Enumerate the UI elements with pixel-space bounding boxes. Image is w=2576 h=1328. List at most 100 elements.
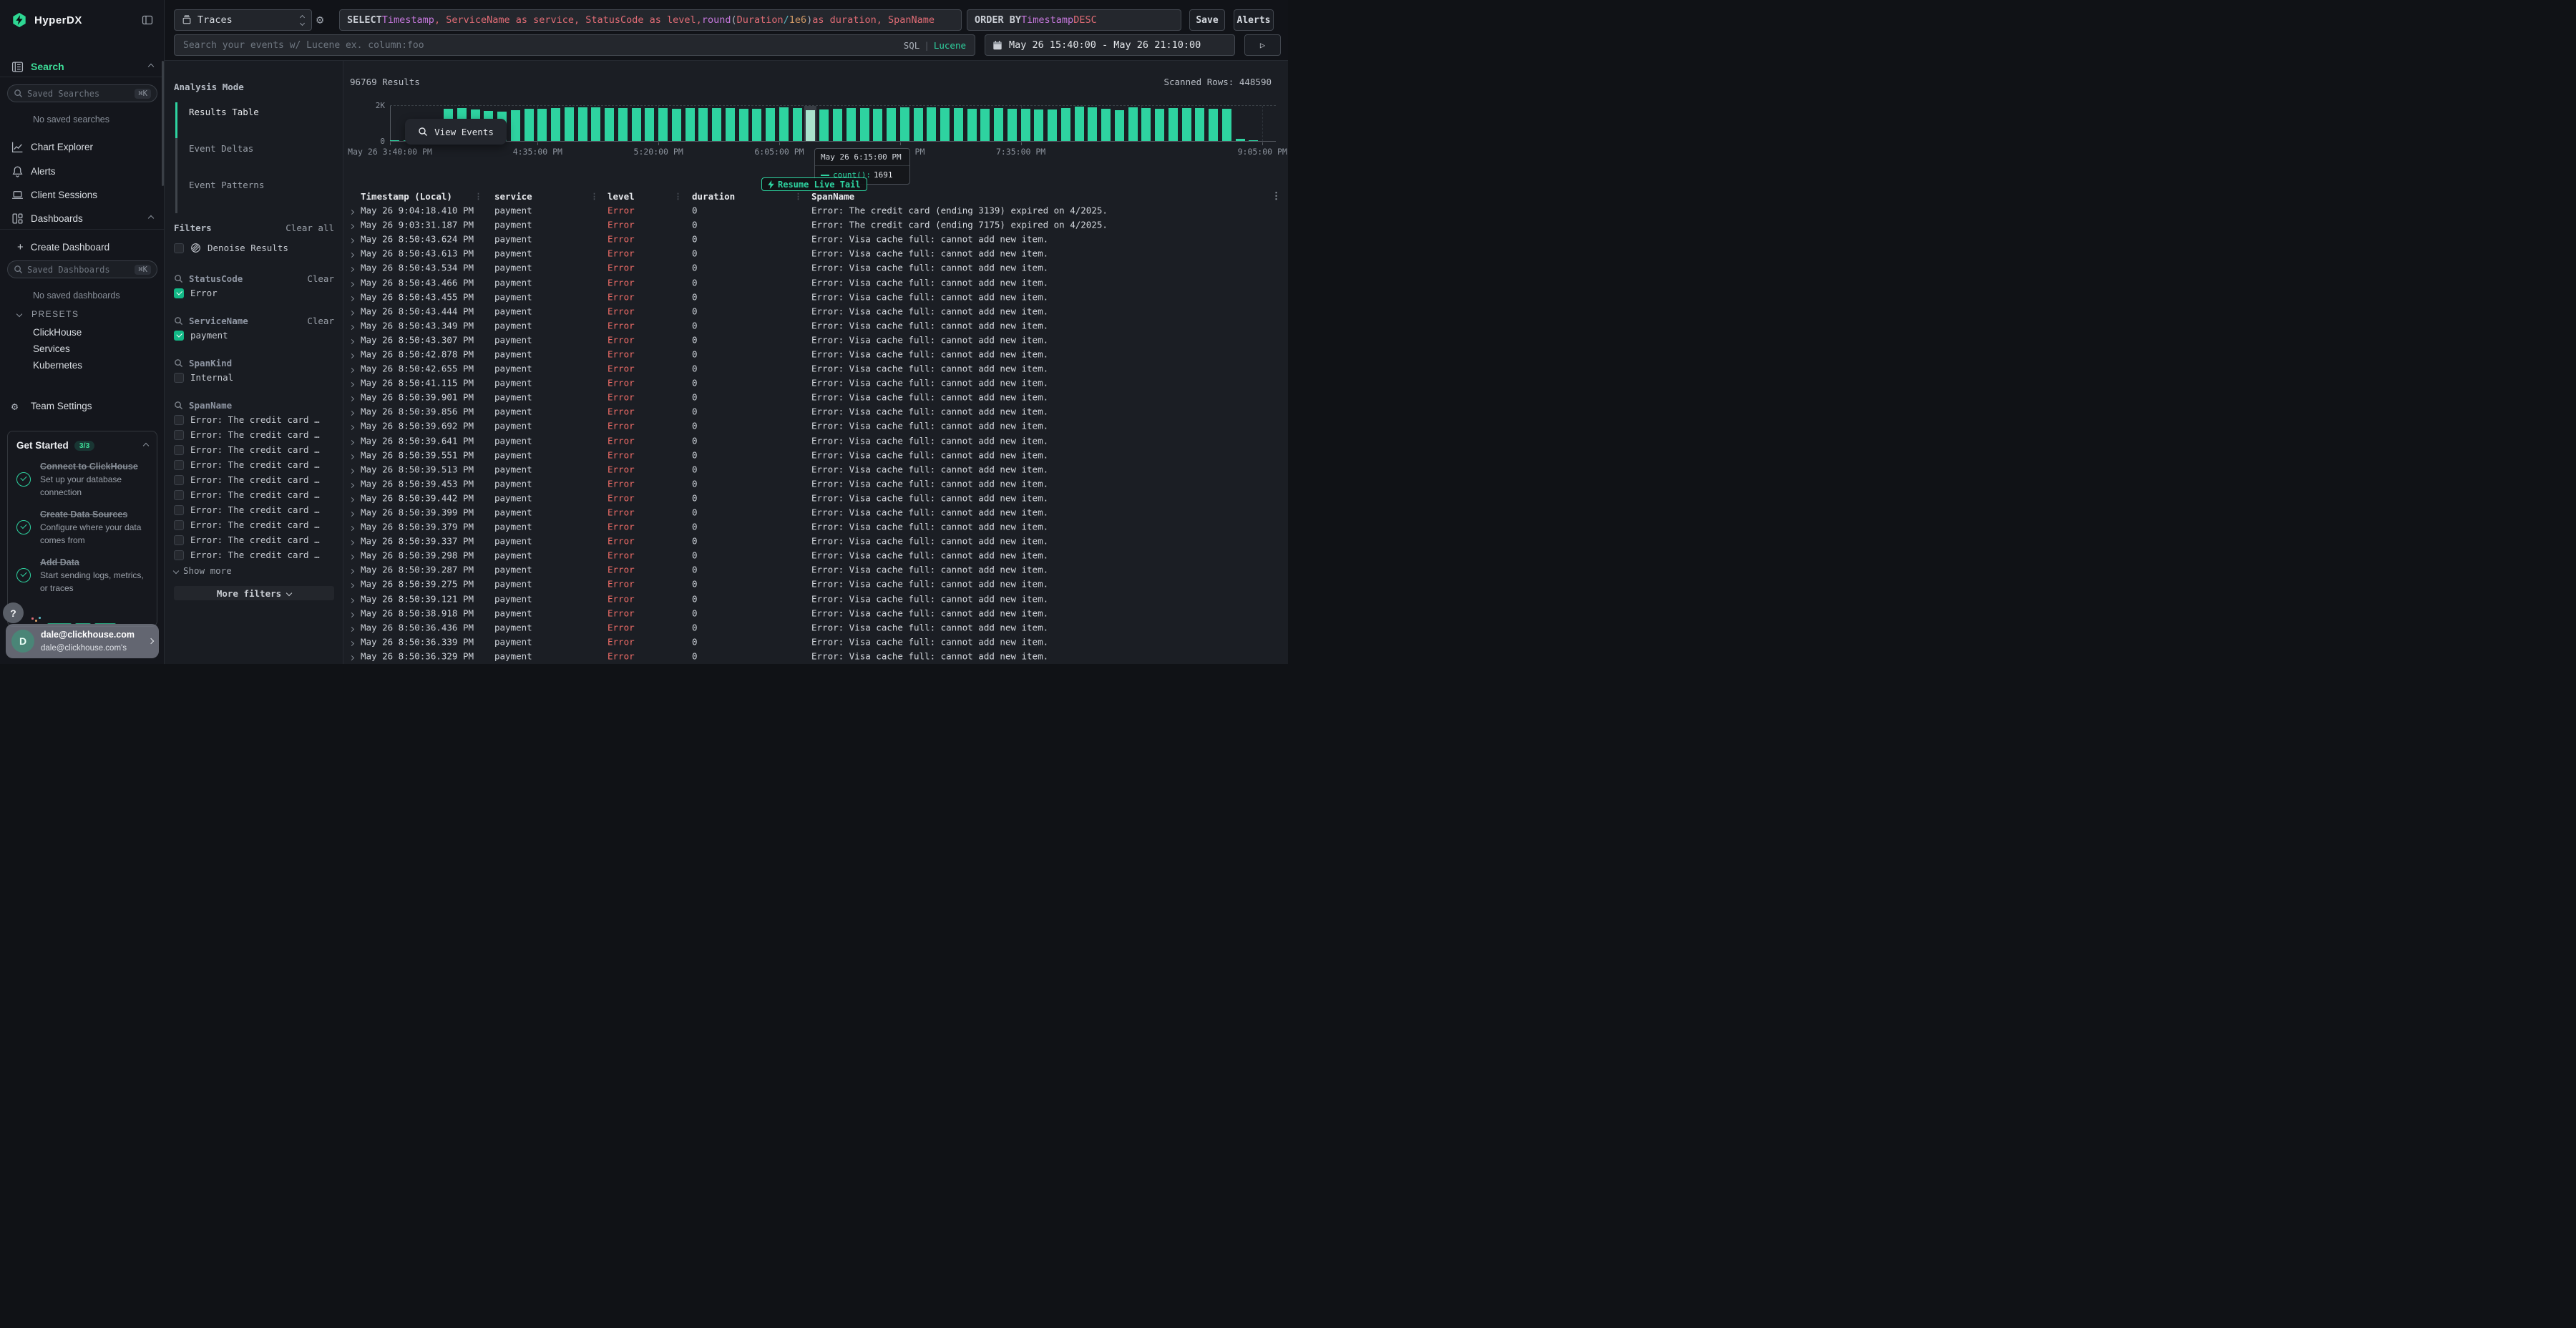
source-settings-gear-icon[interactable]: ⚙ (316, 13, 323, 27)
preset-dashboard-kubernetes[interactable]: Kubernetes (0, 358, 165, 371)
row-expand-chevron[interactable] (349, 267, 354, 272)
clear-all-button[interactable]: Clear all (286, 223, 334, 233)
histogram-bar[interactable] (887, 108, 896, 141)
mode-results-table[interactable]: Results Table (189, 107, 259, 117)
table-row[interactable]: May 26 8:50:39.692 PMpaymentError0Error:… (343, 419, 1288, 433)
histogram-bar[interactable] (632, 108, 641, 141)
sidebar-item-dashboards[interactable]: Dashboards (0, 212, 165, 225)
chevron-up-icon[interactable] (143, 442, 149, 448)
histogram-bar[interactable] (1249, 140, 1258, 142)
table-row[interactable]: May 26 8:50:41.115 PMpaymentError0Error:… (343, 376, 1288, 390)
row-expand-chevron[interactable] (349, 583, 354, 588)
histogram-bar[interactable] (860, 108, 869, 141)
histogram-bar[interactable] (565, 107, 574, 141)
histogram-bar[interactable] (1021, 109, 1030, 141)
row-expand-chevron[interactable] (349, 540, 354, 545)
histogram-bar[interactable] (980, 109, 990, 141)
checkbox[interactable] (174, 535, 184, 545)
histogram-bar[interactable] (914, 108, 923, 142)
histogram-bar[interactable] (806, 110, 815, 141)
row-expand-chevron[interactable] (349, 555, 354, 560)
histogram-bar[interactable] (618, 108, 628, 141)
checkbox[interactable] (174, 475, 184, 485)
filter-option[interactable]: Error: The credit card … (165, 457, 343, 472)
resume-live-tail-button[interactable]: Resume Live Tail (761, 177, 867, 191)
checkbox[interactable] (174, 415, 184, 425)
histogram-bar[interactable] (927, 107, 936, 141)
histogram-bar[interactable] (833, 109, 842, 141)
table-row[interactable]: May 26 8:50:39.275 PMpaymentError0Error:… (343, 577, 1288, 591)
histogram-bar[interactable] (525, 109, 534, 141)
sidebar-scrollbar[interactable] (162, 61, 164, 186)
filter-option[interactable]: Error: The credit card … (165, 487, 343, 502)
histogram-bar[interactable] (511, 110, 520, 141)
row-expand-chevron[interactable] (349, 253, 354, 258)
query-language-toggle[interactable]: SQL|Lucene (904, 40, 966, 51)
table-row[interactable]: May 26 8:50:43.307 PMpaymentError0Error:… (343, 333, 1288, 347)
saved-searches-input[interactable]: Saved Searches ⌘K (7, 84, 157, 102)
histogram-bar[interactable] (698, 108, 708, 141)
toggle-sql[interactable]: SQL (904, 40, 920, 51)
row-expand-chevron[interactable] (349, 281, 354, 286)
column-resizer[interactable]: ⋮ (674, 192, 682, 201)
histogram-bar[interactable] (1222, 109, 1231, 141)
histogram-bar[interactable] (1048, 109, 1057, 142)
table-row[interactable]: May 26 8:50:39.337 PMpaymentError0Error:… (343, 534, 1288, 548)
row-expand-chevron[interactable] (349, 655, 354, 660)
filter-option[interactable]: Error: The credit card … (165, 427, 343, 442)
histogram-bar[interactable] (1195, 108, 1204, 141)
table-row[interactable]: May 26 8:50:39.551 PMpaymentError0Error:… (343, 448, 1288, 462)
histogram-bar[interactable] (900, 107, 909, 141)
histogram-bar[interactable] (1101, 109, 1111, 141)
table-row[interactable]: May 26 8:50:43.624 PMpaymentError0Error:… (343, 232, 1288, 246)
table-row[interactable]: May 26 8:50:39.121 PMpaymentError0Error:… (343, 592, 1288, 606)
chevron-up-icon[interactable] (148, 215, 154, 221)
checkbox[interactable] (174, 373, 184, 383)
table-row[interactable]: May 26 8:50:43.613 PMpaymentError0Error:… (343, 246, 1288, 260)
histogram-bar[interactable] (645, 108, 654, 141)
create-dashboard-button[interactable]: + Create Dashboard (0, 240, 165, 253)
histogram-bar[interactable] (658, 108, 668, 141)
checkbox[interactable] (174, 430, 184, 440)
table-row[interactable]: May 26 8:50:42.655 PMpaymentError0Error:… (343, 361, 1288, 376)
table-row[interactable]: May 26 8:50:42.878 PMpaymentError0Error:… (343, 347, 1288, 361)
chevron-up-icon[interactable] (148, 64, 154, 69)
row-expand-chevron[interactable] (349, 627, 354, 632)
histogram-bar[interactable] (1169, 108, 1178, 141)
row-expand-chevron[interactable] (349, 411, 354, 416)
checkbox[interactable] (174, 520, 184, 530)
filter-clear-button[interactable]: Clear (307, 273, 334, 284)
row-expand-chevron[interactable] (349, 440, 354, 445)
checkbox[interactable] (174, 331, 184, 341)
presets-toggle[interactable]: PRESETS (0, 308, 165, 320)
histogram-bar[interactable] (940, 108, 950, 141)
filter-option[interactable]: Error: The credit card … (165, 472, 343, 487)
checkbox[interactable] (174, 243, 184, 253)
row-expand-chevron[interactable] (349, 569, 354, 574)
table-row[interactable]: May 26 8:50:39.379 PMpaymentError0Error:… (343, 519, 1288, 534)
row-expand-chevron[interactable] (349, 311, 354, 316)
histogram-bar[interactable] (551, 108, 560, 141)
filter-option[interactable]: Error (165, 285, 343, 301)
lucene-search-input[interactable]: Search your events w/ Lucene ex. column:… (174, 34, 975, 56)
get-started-item[interactable]: Connect to ClickHouse Set up your databa… (16, 460, 148, 499)
table-row[interactable]: May 26 8:50:43.455 PMpaymentError0Error:… (343, 290, 1288, 304)
filter-option[interactable]: Error: The credit card … (165, 547, 343, 562)
row-expand-chevron[interactable] (349, 339, 354, 344)
table-row[interactable]: May 26 8:50:36.339 PMpaymentError0Error:… (343, 635, 1288, 649)
more-filters-button[interactable]: More filters (174, 586, 334, 600)
source-select[interactable]: Traces (174, 9, 312, 31)
row-expand-chevron[interactable] (349, 368, 354, 373)
filter-option[interactable]: payment (165, 328, 343, 343)
histogram-bar[interactable] (605, 108, 614, 141)
sidebar-item-chart-explorer[interactable]: Chart Explorer (0, 140, 165, 153)
histogram-bar[interactable] (1061, 108, 1070, 141)
table-row[interactable]: May 26 8:50:39.287 PMpaymentError0Error:… (343, 562, 1288, 577)
filter-option[interactable]: Error: The credit card … (165, 502, 343, 517)
row-expand-chevron[interactable] (349, 526, 354, 531)
sidebar-collapse-icon[interactable] (142, 14, 153, 26)
table-row[interactable]: May 26 8:50:39.641 PMpaymentError0Error:… (343, 434, 1288, 448)
histogram-bar[interactable] (1155, 109, 1164, 141)
column-header-service[interactable]: service (494, 191, 532, 202)
column-resizer[interactable]: ⋮ (794, 192, 802, 201)
